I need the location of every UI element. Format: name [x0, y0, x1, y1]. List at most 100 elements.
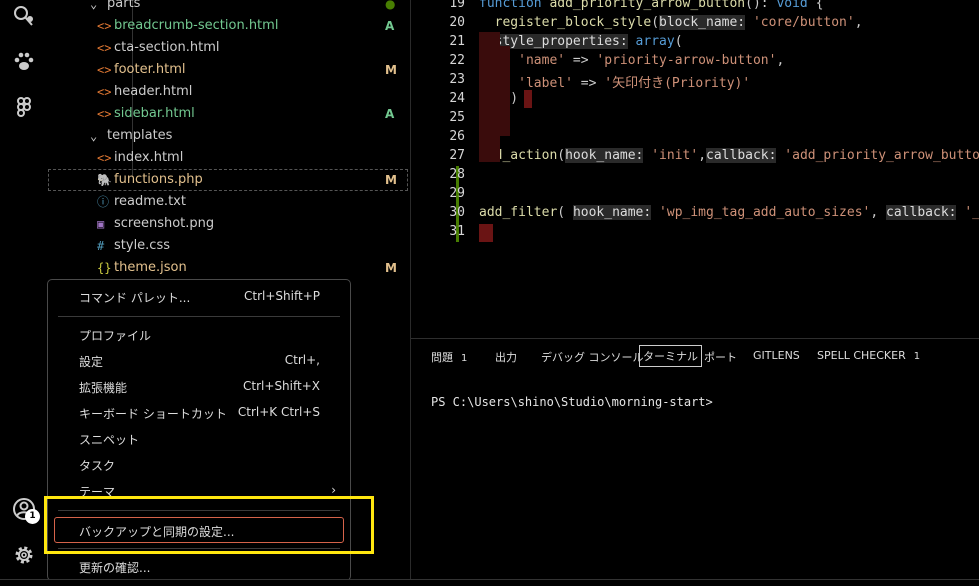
tree-item-style-css[interactable]: # style.css — [48, 235, 408, 257]
line-number: 19 — [449, 0, 465, 11]
tree-item-footer-html[interactable]: <> footer.html M — [48, 59, 408, 81]
menu-item-shortcut: Ctrl+, — [284, 353, 320, 367]
html-file-icon: <> — [97, 41, 112, 55]
panel-tab-label: デバッグ コンソール — [541, 351, 644, 364]
line-number: 26 — [449, 129, 465, 144]
tree-item-parts[interactable]: ⌄ parts ● — [48, 0, 408, 15]
menu-item[interactable]: コマンド パレット... Ctrl+Shift+P — [48, 285, 350, 311]
image-file-icon: ▣ — [97, 217, 105, 231]
panel-tab[interactable]: デバッグ コンソール — [541, 349, 644, 365]
tree-item-screenshot-png[interactable]: ▣ screenshot.png — [48, 213, 408, 235]
panel-tab[interactable]: GITLENS — [753, 349, 800, 362]
menu-item[interactable]: プロファイル — [48, 323, 350, 349]
tree-item-cta-section-html[interactable]: <> cta-section.html — [48, 37, 408, 59]
tree-item-templates[interactable]: ⌄ templates — [48, 125, 408, 147]
menu-item[interactable]: 設定 Ctrl+, — [48, 349, 350, 375]
tree-item-label: breadcrumb-section.html — [114, 18, 279, 33]
account-badge: 1 — [25, 509, 40, 524]
git-status: M — [385, 261, 397, 275]
tree-item-label: index.html — [114, 150, 184, 165]
code-line: add_action(hook_name: 'init',callback: '… — [479, 148, 979, 163]
html-file-icon: <> — [97, 63, 112, 77]
menu-item[interactable]: 拡張機能 Ctrl+Shift+X — [48, 375, 350, 401]
panel-tab-label: GITLENS — [753, 349, 800, 362]
tree-item-label: readme.txt — [114, 194, 186, 209]
php-file-icon: 🐘 — [97, 173, 112, 187]
menu-item-label: タスク — [79, 459, 116, 473]
tree-item-breadcrumb-section-html[interactable]: <> breadcrumb-section.html A — [48, 15, 408, 37]
tree-item-label: cta-section.html — [114, 40, 220, 55]
panel-tab-label: ポート — [704, 351, 737, 364]
tree-item-label: theme.json — [114, 260, 187, 275]
terminal-output[interactable]: PS C:\Users\shino\Studio\morning-start> — [431, 395, 713, 409]
menu-item[interactable]: 更新の確認... — [48, 555, 350, 581]
tree-item-functions-php[interactable]: 🐘 functions.php M — [48, 169, 408, 191]
menu-item-label: 設定 — [79, 355, 104, 369]
bottom-panel: 問題 1 出力 デバッグ コンソール ターミナル ポート GITLENS SPELL CHEC… — [411, 338, 979, 586]
menu-item[interactable]: キーボード ショートカット Ctrl+K Ctrl+S — [48, 401, 350, 427]
git-status: M — [385, 63, 397, 77]
html-file-icon: <> — [97, 151, 112, 165]
panel-tab-count: 1 — [461, 353, 468, 364]
tree-item-label: templates — [107, 128, 173, 143]
panel-tab[interactable]: SPELL CHECKER 1 — [817, 349, 920, 362]
menu-item[interactable]: タスク — [48, 453, 350, 479]
menu-item-shortcut: Ctrl+K Ctrl+S — [237, 405, 320, 419]
html-file-icon: <> — [97, 107, 112, 121]
code-line: add_filter( hook_name: 'wp_img_tag_add_a… — [479, 205, 979, 220]
menu-item[interactable]: スニペット — [48, 427, 350, 453]
line-number: 20 — [449, 15, 465, 30]
line-number: 24 — [449, 91, 465, 106]
tree-item-label: footer.html — [114, 62, 186, 77]
line-number: 30 — [449, 205, 465, 220]
menu-item-label: コマンド パレット... — [79, 291, 191, 305]
tree-item-label: screenshot.png — [114, 216, 215, 231]
panel-tab[interactable]: 問題 1 — [431, 349, 467, 365]
json-file-icon: {} — [97, 261, 112, 275]
line-number: 23 — [449, 72, 465, 87]
menu-item-label: 拡張機能 — [79, 381, 128, 395]
panel-tab-label: SPELL CHECKER — [817, 349, 906, 362]
panel-tab[interactable]: 出力 — [495, 349, 517, 365]
chevron-down-icon: ⌄ — [90, 129, 98, 143]
tree-item-label: parts — [107, 0, 141, 11]
tree-item-label: sidebar.html — [114, 106, 195, 121]
code-line: register_block_style(block_name: 'core/b… — [494, 15, 863, 30]
git-status: A — [385, 107, 395, 121]
panel-tab[interactable]: ポート — [704, 349, 737, 365]
line-number: 28 — [449, 167, 465, 182]
tree-item-header-html[interactable]: <> header.html — [48, 81, 408, 103]
tree-item-readme-txt[interactable]: ⓘ readme.txt — [48, 191, 408, 213]
tree-item-index-html[interactable]: <> index.html — [48, 147, 408, 169]
line-number: 25 — [449, 110, 465, 125]
line-number: 22 — [449, 53, 465, 68]
menu-item-label: キーボード ショートカット — [79, 407, 227, 421]
figma-icon[interactable] — [12, 96, 36, 120]
code-editor[interactable]: 19 function add_priority_arrow_button(): … — [411, 0, 979, 338]
paw-icon[interactable] — [12, 50, 36, 74]
html-file-icon: <> — [97, 85, 112, 99]
panel-tab-count: 1 — [913, 351, 921, 362]
chevron-right-icon: › — [331, 483, 336, 497]
git-status: A — [385, 19, 395, 33]
bracket-highlight — [479, 32, 532, 242]
git-status: ● — [385, 0, 396, 11]
git-status: M — [385, 173, 397, 187]
settings-gear-icon[interactable] — [12, 543, 36, 567]
tree-item-theme-json[interactable]: {} theme.json M — [48, 257, 408, 279]
tree-item-label: header.html — [114, 84, 193, 99]
panel-tab-label: 出力 — [495, 351, 517, 364]
line-number: 29 — [449, 186, 465, 201]
activity-bar: 1 — [0, 0, 49, 585]
panel-tab-label: 問題 — [431, 351, 453, 364]
tree-item-label: functions.php — [114, 172, 203, 187]
code-line: function add_priority_arrow_button(): vo… — [479, 0, 824, 11]
search-fuzzy-icon[interactable] — [12, 5, 36, 29]
line-number: 21 — [449, 34, 465, 49]
tree-item-sidebar-html[interactable]: <> sidebar.html A — [48, 103, 408, 125]
info-file-icon: ⓘ — [97, 195, 110, 209]
menu-item-label: スニペット — [79, 433, 140, 447]
chevron-down-icon: ⌄ — [90, 0, 98, 11]
html-file-icon: <> — [97, 19, 112, 33]
panel-tab[interactable]: ターミナル — [639, 345, 702, 367]
